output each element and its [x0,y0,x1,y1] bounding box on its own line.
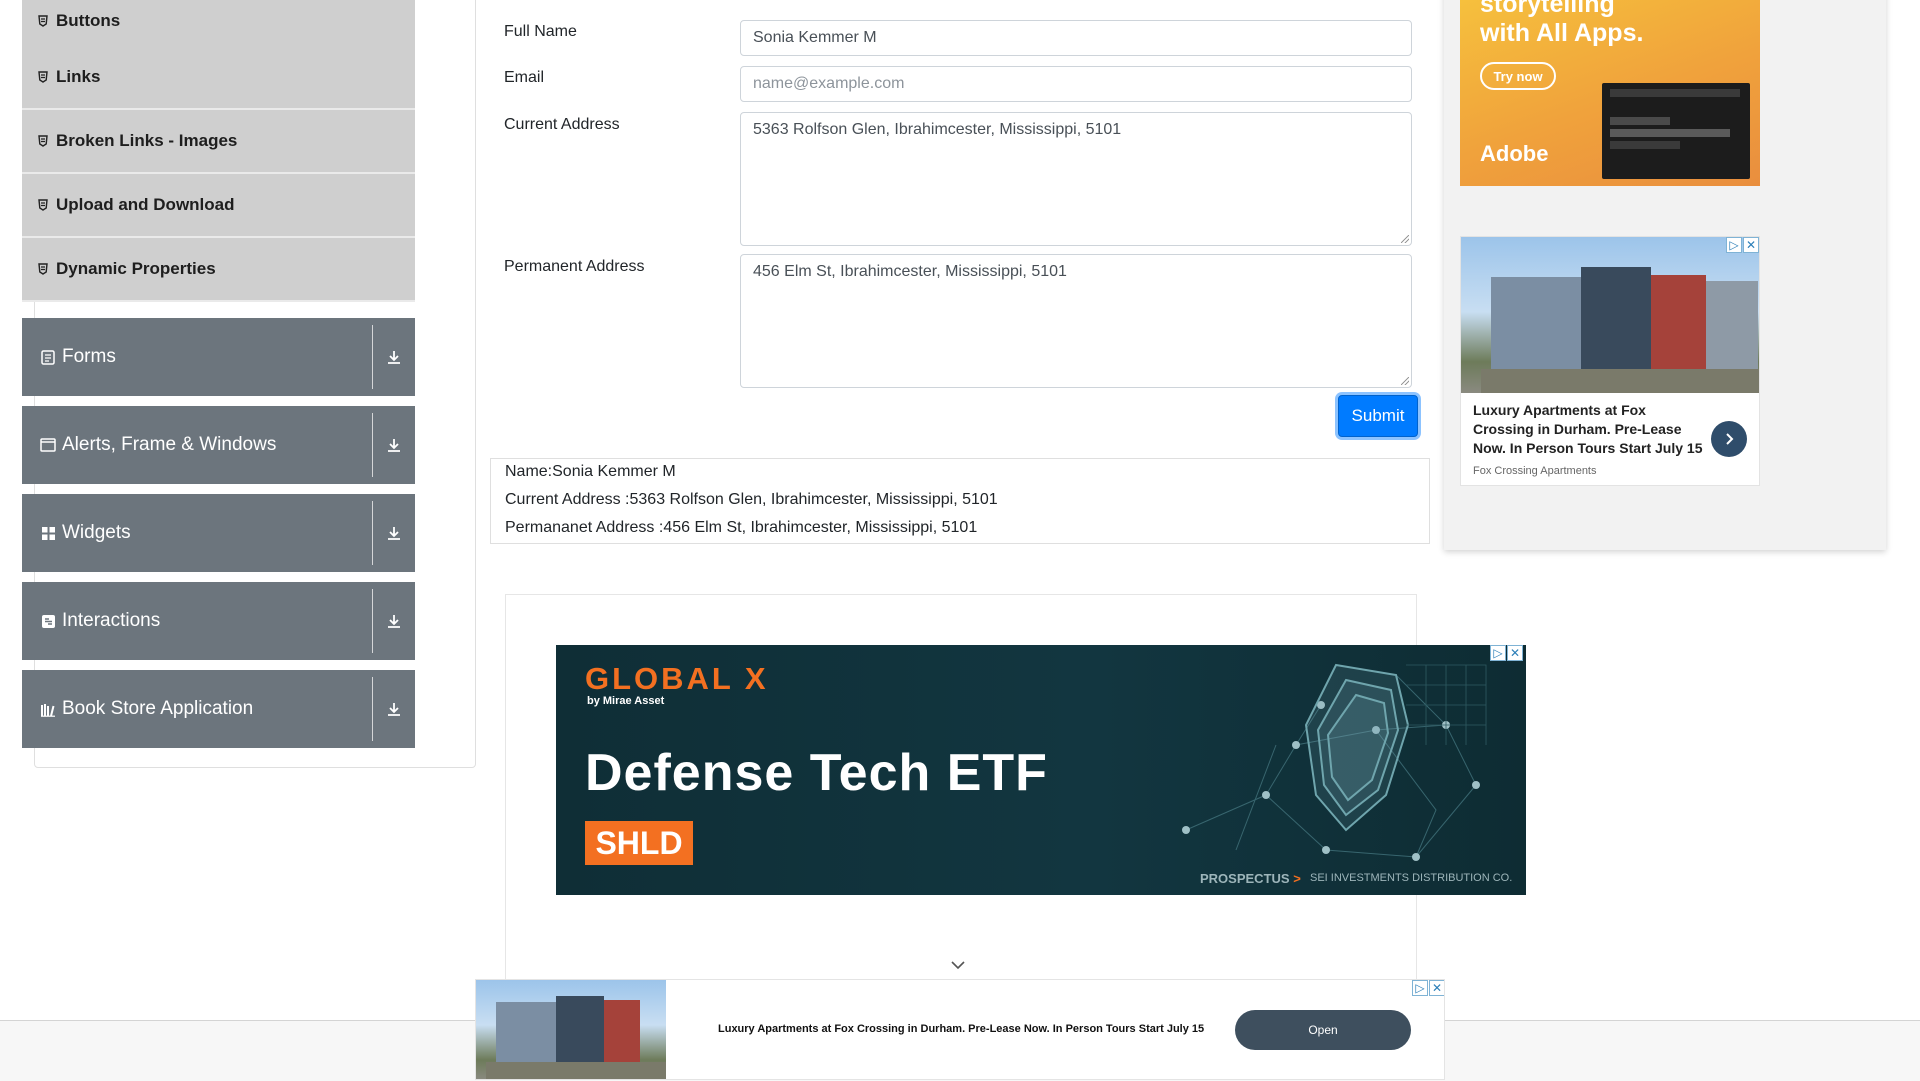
email-placeholder: name@example.com [753,75,905,92]
divider [372,501,373,565]
shield-icon [38,263,48,275]
shield-icon [38,71,48,83]
ad-headline: Defense Tech ETF [585,744,1048,802]
shield-graphic [1182,663,1487,861]
download-icon[interactable] [373,318,415,396]
bottom-banner-ad[interactable]: Luxury Apartments at Fox Crossing in Dur… [475,979,1445,1080]
window-icon [40,437,56,453]
sidebar-item-dynamic-properties[interactable]: Dynamic Properties [22,238,415,302]
full-name-input[interactable]: Sonia Kemmer M [740,20,1412,56]
apartment-photo [1461,237,1759,393]
ad-ticker: SHLD [585,821,693,865]
widgets-icon [40,525,56,541]
shield-icon [38,135,48,147]
sidebar-item-label: Buttons [56,11,121,30]
banner-ad-text: Luxury Apartments at Fox Crossing in Dur… [718,1023,1205,1035]
chevron-down-icon[interactable] [950,957,966,975]
ad-brand: GLOBAL X [585,661,769,696]
sidebar-item-label: Links [56,67,101,86]
resize-handle[interactable] [1401,235,1409,243]
adobe-line2: with All Apps. [1480,19,1644,47]
divider [372,677,373,741]
output-name: Name:Sonia Kemmer M [505,463,676,480]
ad-close-icon[interactable]: ✕ [1743,237,1759,253]
bookstore-icon [40,701,56,717]
banner-apartment-photo [476,980,666,1079]
sidebar-group-label: Alerts, Frame & Windows [62,434,277,455]
open-button[interactable]: Open [1235,1010,1411,1050]
sidebar-group-label: Widgets [62,522,131,543]
output-permanent-address: Permananet Address :456 Elm St, Ibrahimc… [505,519,978,536]
try-now-button[interactable]: Try now [1480,62,1556,90]
apartments-ad-source: Fox Crossing Apartments [1473,465,1597,477]
apartments-ad-title: Luxury Apartments at Fox Crossing in Dur… [1473,402,1703,456]
full-name-value: Sonia Kemmer M [753,29,877,46]
permanent-address-label: Permanent Address [504,258,645,275]
adobe-ad[interactable]: storytelling with All Apps. Try now Adobe [1460,0,1760,186]
download-icon[interactable] [373,670,415,748]
sidebar-item-upload-download[interactable]: Upload and Download [22,174,415,238]
sidebar-item-label: Upload and Download [56,195,235,214]
sidebar-group-widgets[interactable]: Widgets [22,494,415,572]
current-address-value: 5363 Rolfson Glen, Ibrahimcester, Missis… [753,121,1122,138]
email-label: Email [504,69,545,86]
permanent-address-value: 456 Elm St, Ibrahimcester, Mississippi, … [753,263,1067,280]
resize-handle[interactable] [1401,377,1409,385]
apartments-ad[interactable]: ▷ ✕ Luxury Apartments at Fox Crossing in… [1460,236,1760,486]
output-panel: Name:Sonia Kemmer M Current Address :536… [490,458,1430,544]
full-name-label: Full Name [504,23,577,40]
app-preview-image [1602,83,1750,179]
current-address-textarea[interactable]: 5363 Rolfson Glen, Ibrahimcester, Missis… [740,112,1412,246]
ad-close-icon[interactable]: ✕ [1429,980,1444,996]
ad-choices-icon[interactable]: ▷ [1490,645,1506,661]
etf-ad[interactable]: GLOBAL X by Mirae Asset Defense Tech ETF… [556,645,1526,895]
ad-brand-sub: by Mirae Asset [587,695,665,707]
adobe-logo: Adobe [1480,141,1549,166]
download-icon[interactable] [373,406,415,484]
ad-choices-icon[interactable]: ▷ [1412,980,1428,996]
sidebar-group-forms[interactable]: Forms [22,318,415,396]
sidebar-item-label: Broken Links - Images [56,131,238,150]
ad-close-icon[interactable]: ✕ [1507,645,1523,661]
current-address-label: Current Address [504,116,620,133]
ad-choices-icon[interactable]: ▷ [1726,237,1742,253]
download-icon[interactable] [373,582,415,660]
shield-icon [38,15,48,27]
output-current-address: Current Address :5363 Rolfson Glen, Ibra… [505,491,998,508]
divider [372,589,373,653]
sidebar-group-label: Forms [62,346,116,367]
chevron-right-icon[interactable] [1711,421,1747,457]
divider [372,325,373,389]
sidebar-group-bookstore[interactable]: Book Store Application [22,670,415,748]
download-icon[interactable] [373,494,415,572]
sidebar-group-alerts[interactable]: Alerts, Frame & Windows [22,406,415,484]
submit-button[interactable]: Submit [1338,395,1418,437]
email-input[interactable]: name@example.com [740,66,1412,102]
form-icon [40,349,56,365]
divider [372,413,373,477]
sidebar-item-label: Dynamic Properties [56,259,216,278]
sidebar-group-label: Interactions [62,610,161,631]
sidebar-group-label: Book Store Application [62,698,254,719]
interactions-icon [40,613,56,629]
adobe-line1: storytelling [1480,0,1615,18]
permanent-address-textarea[interactable]: 456 Elm St, Ibrahimcester, Mississippi, … [740,254,1412,388]
adobe-ad-text: storytelling with All Apps. [1480,0,1643,48]
sidebar-item-broken-links[interactable]: Broken Links - Images [22,110,415,174]
shield-icon [38,199,48,211]
sidebar-item-links[interactable]: Links [22,46,415,110]
sidebar-group-interactions[interactable]: Interactions [22,582,415,660]
